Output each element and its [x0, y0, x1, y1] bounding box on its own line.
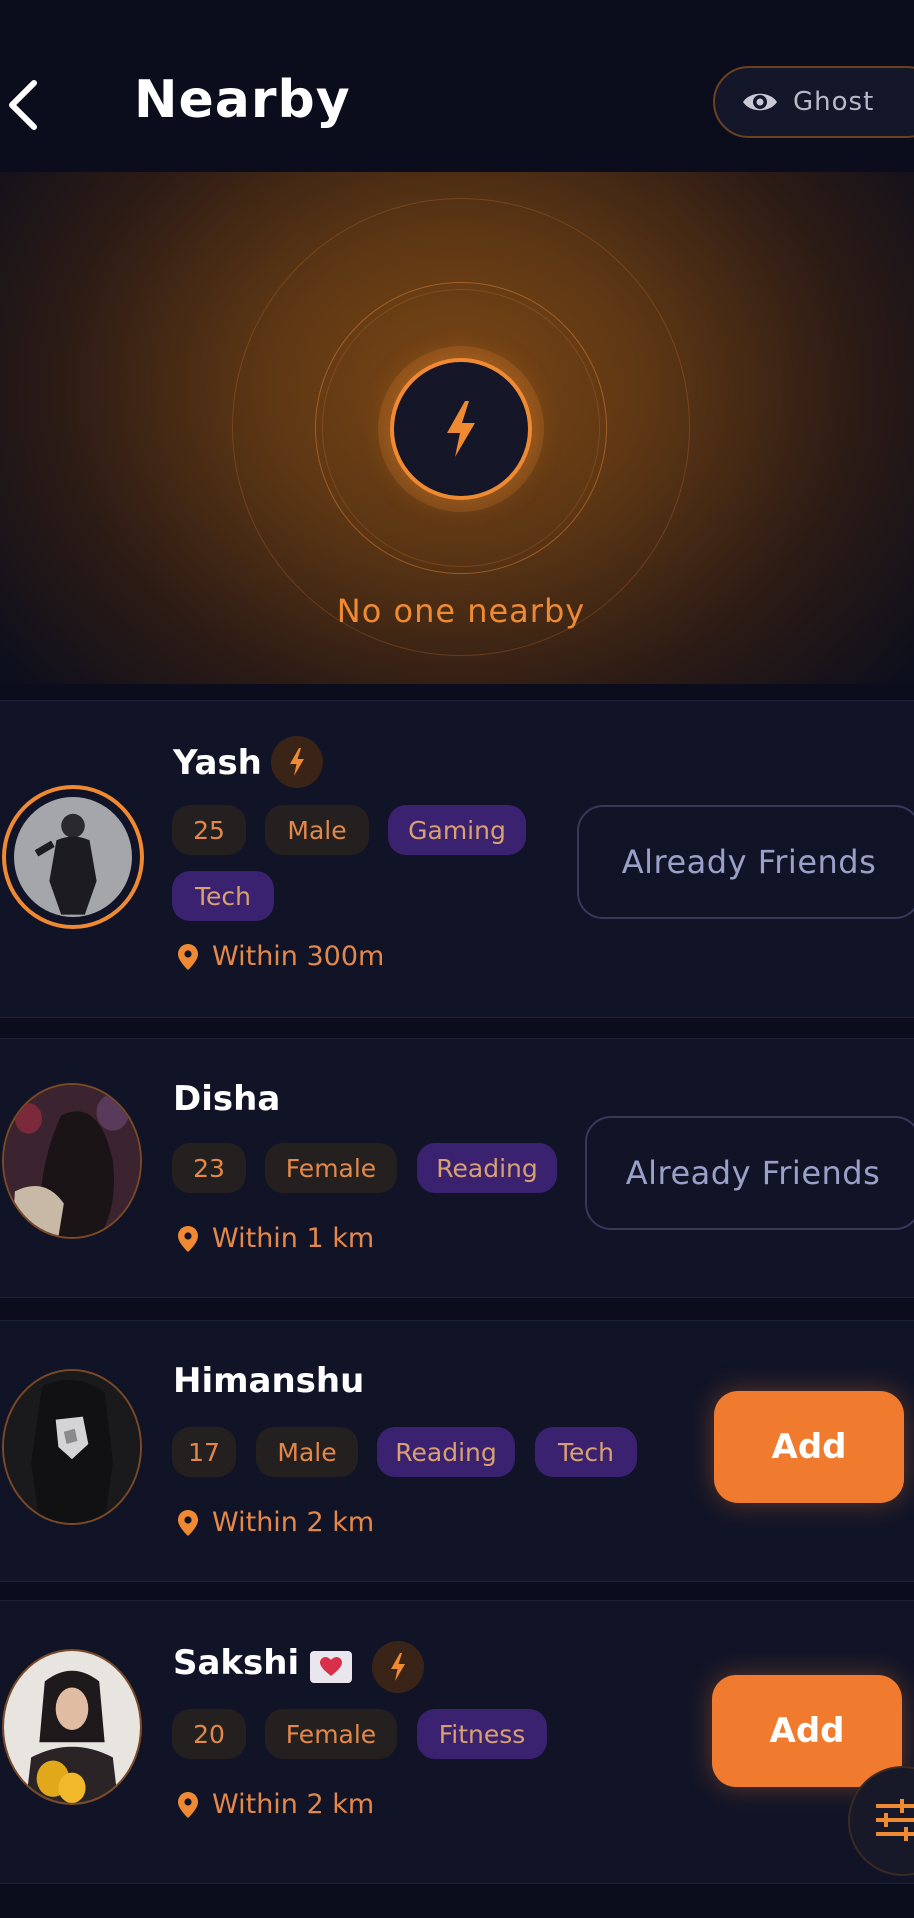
add-friend-button[interactable]: Add: [714, 1391, 904, 1503]
user-name: Yash: [173, 743, 262, 783]
bolt-icon: [447, 401, 475, 457]
avatar-photo: [4, 1651, 140, 1803]
location-pin-icon: [178, 1225, 198, 1252]
gender-chip: Female: [265, 1143, 397, 1193]
user-card-himanshu[interactable]: Himanshu 17 Male Reading Tech Within 2 k…: [0, 1320, 914, 1582]
avatar[interactable]: [2, 1369, 142, 1525]
page-title: Nearby: [134, 70, 351, 130]
distance-row: Within 300m: [178, 941, 384, 972]
distance-row: Within 2 km: [178, 1507, 374, 1538]
avatar-photo: [4, 1085, 140, 1237]
ghost-mode-button[interactable]: Ghost: [713, 66, 914, 138]
interest-chip: Tech: [535, 1427, 637, 1477]
chevron-left-icon: [9, 80, 37, 130]
avatar[interactable]: [2, 785, 144, 929]
heart-badge: [310, 1651, 352, 1683]
already-friends-button[interactable]: Already Friends: [577, 805, 914, 919]
user-card-disha[interactable]: Disha 23 Female Reading Within 1 km Alre…: [0, 1038, 914, 1298]
distance-text: Within 2 km: [212, 1789, 375, 1820]
bolt-icon: [391, 1653, 405, 1681]
age-chip: 25: [172, 805, 246, 855]
location-pin-icon: [178, 1791, 198, 1818]
distance-text: Within 300m: [212, 941, 385, 972]
avatar-photo: [14, 797, 132, 917]
sliders-icon: [876, 1799, 914, 1841]
bolt-badge: [372, 1641, 424, 1693]
heart-icon: [320, 1657, 342, 1676]
age-chip: 17: [172, 1427, 236, 1477]
distance-text: Within 1 km: [212, 1223, 375, 1254]
gender-chip: Male: [265, 805, 369, 855]
bolt-icon: [290, 748, 304, 776]
avatar[interactable]: [2, 1649, 142, 1805]
radar-status-text: No one nearby: [336, 592, 586, 630]
interest-chip: Tech: [172, 871, 274, 921]
avatar[interactable]: [2, 1083, 142, 1239]
distance-text: Within 2 km: [212, 1507, 375, 1538]
avatar-photo: [4, 1371, 140, 1523]
gender-chip: Female: [265, 1709, 397, 1759]
user-name: Sakshi: [173, 1643, 300, 1683]
header: Nearby Ghost: [0, 0, 914, 170]
interest-chip: Gaming: [388, 805, 526, 855]
back-button[interactable]: [4, 75, 44, 135]
eye-icon: [743, 93, 777, 111]
interest-chip: Reading: [417, 1143, 557, 1193]
age-chip: 23: [172, 1143, 246, 1193]
distance-row: Within 2 km: [178, 1789, 374, 1820]
user-name: Himanshu: [173, 1361, 365, 1401]
bolt-badge: [271, 736, 323, 788]
user-card-yash[interactable]: Yash 25 Male Gaming Tech Within 300m Alr…: [0, 700, 914, 1018]
interest-chip: Reading: [377, 1427, 515, 1477]
already-friends-button[interactable]: Already Friends: [585, 1116, 914, 1230]
user-name: Disha: [173, 1079, 281, 1119]
interest-chip: Fitness: [417, 1709, 547, 1759]
age-chip: 20: [172, 1709, 246, 1759]
ghost-label: Ghost: [793, 87, 875, 117]
gender-chip: Male: [256, 1427, 358, 1477]
radar-panel: No one nearby: [0, 172, 914, 684]
add-friend-button[interactable]: Add: [712, 1675, 902, 1787]
radar-scan-button[interactable]: [390, 358, 532, 500]
location-pin-icon: [178, 943, 198, 970]
location-pin-icon: [178, 1509, 198, 1536]
distance-row: Within 1 km: [178, 1223, 374, 1254]
user-card-sakshi[interactable]: Sakshi 20 Female Fitness Within 2 km Add: [0, 1600, 914, 1884]
